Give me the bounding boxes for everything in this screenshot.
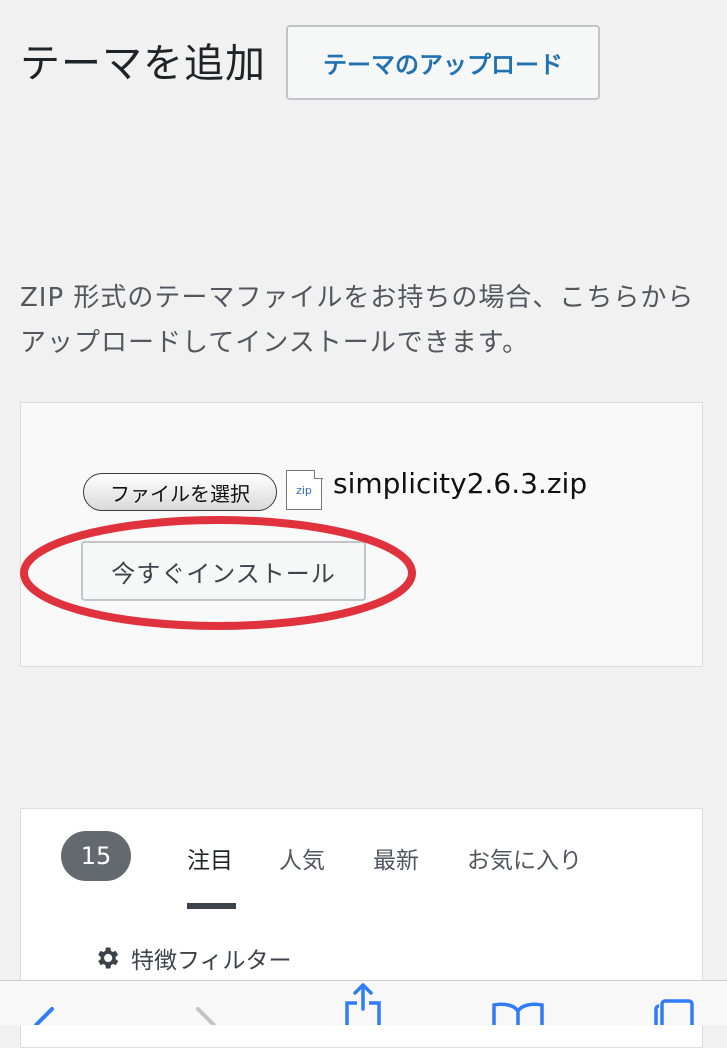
back-icon[interactable] xyxy=(14,981,74,1025)
bookmarks-icon[interactable] xyxy=(488,981,548,1025)
gear-icon xyxy=(98,947,119,969)
upload-description-line-2: アップロードしてインストールできます。 xyxy=(20,328,530,358)
theme-count-badge: 15 xyxy=(61,831,131,881)
tab-popular[interactable]: 人気 xyxy=(279,841,325,875)
browser-toolbar xyxy=(0,980,727,1025)
zip-file-icon-text: zip xyxy=(296,483,312,497)
tab-latest[interactable]: 最新 xyxy=(373,841,419,875)
tab-favorites[interactable]: お気に入り xyxy=(467,841,582,875)
forward-icon[interactable] xyxy=(176,981,236,1025)
install-now-button[interactable]: 今すぐインストール xyxy=(81,541,366,601)
upload-panel: ファイルを選択 zip simplicity2.6.3.zip 今すぐインストー… xyxy=(20,402,703,667)
tabs-icon[interactable] xyxy=(646,981,706,1025)
zip-file-icon: zip xyxy=(286,469,323,510)
upload-description-line-1: ZIP 形式のテーマファイルをお持ちの場合、こちらから xyxy=(20,283,695,313)
share-icon[interactable] xyxy=(333,981,393,1025)
feature-filter-button[interactable]: 特徴フィルター xyxy=(93,941,292,975)
page-title: テーマを追加 xyxy=(20,41,266,87)
choose-file-button[interactable]: ファイルを選択 xyxy=(83,473,277,511)
selected-file-name: simplicity2.6.3.zip xyxy=(333,467,588,500)
upload-description: ZIP 形式のテーマファイルをお持ちの場合、こちらから アップロードしてインスト… xyxy=(20,276,710,366)
active-tab-indicator xyxy=(187,903,236,909)
tab-featured[interactable]: 注目 xyxy=(187,841,233,875)
upload-theme-button[interactable]: テーマのアップロード xyxy=(286,25,600,100)
feature-filter-label: 特徴フィルター xyxy=(131,948,292,974)
